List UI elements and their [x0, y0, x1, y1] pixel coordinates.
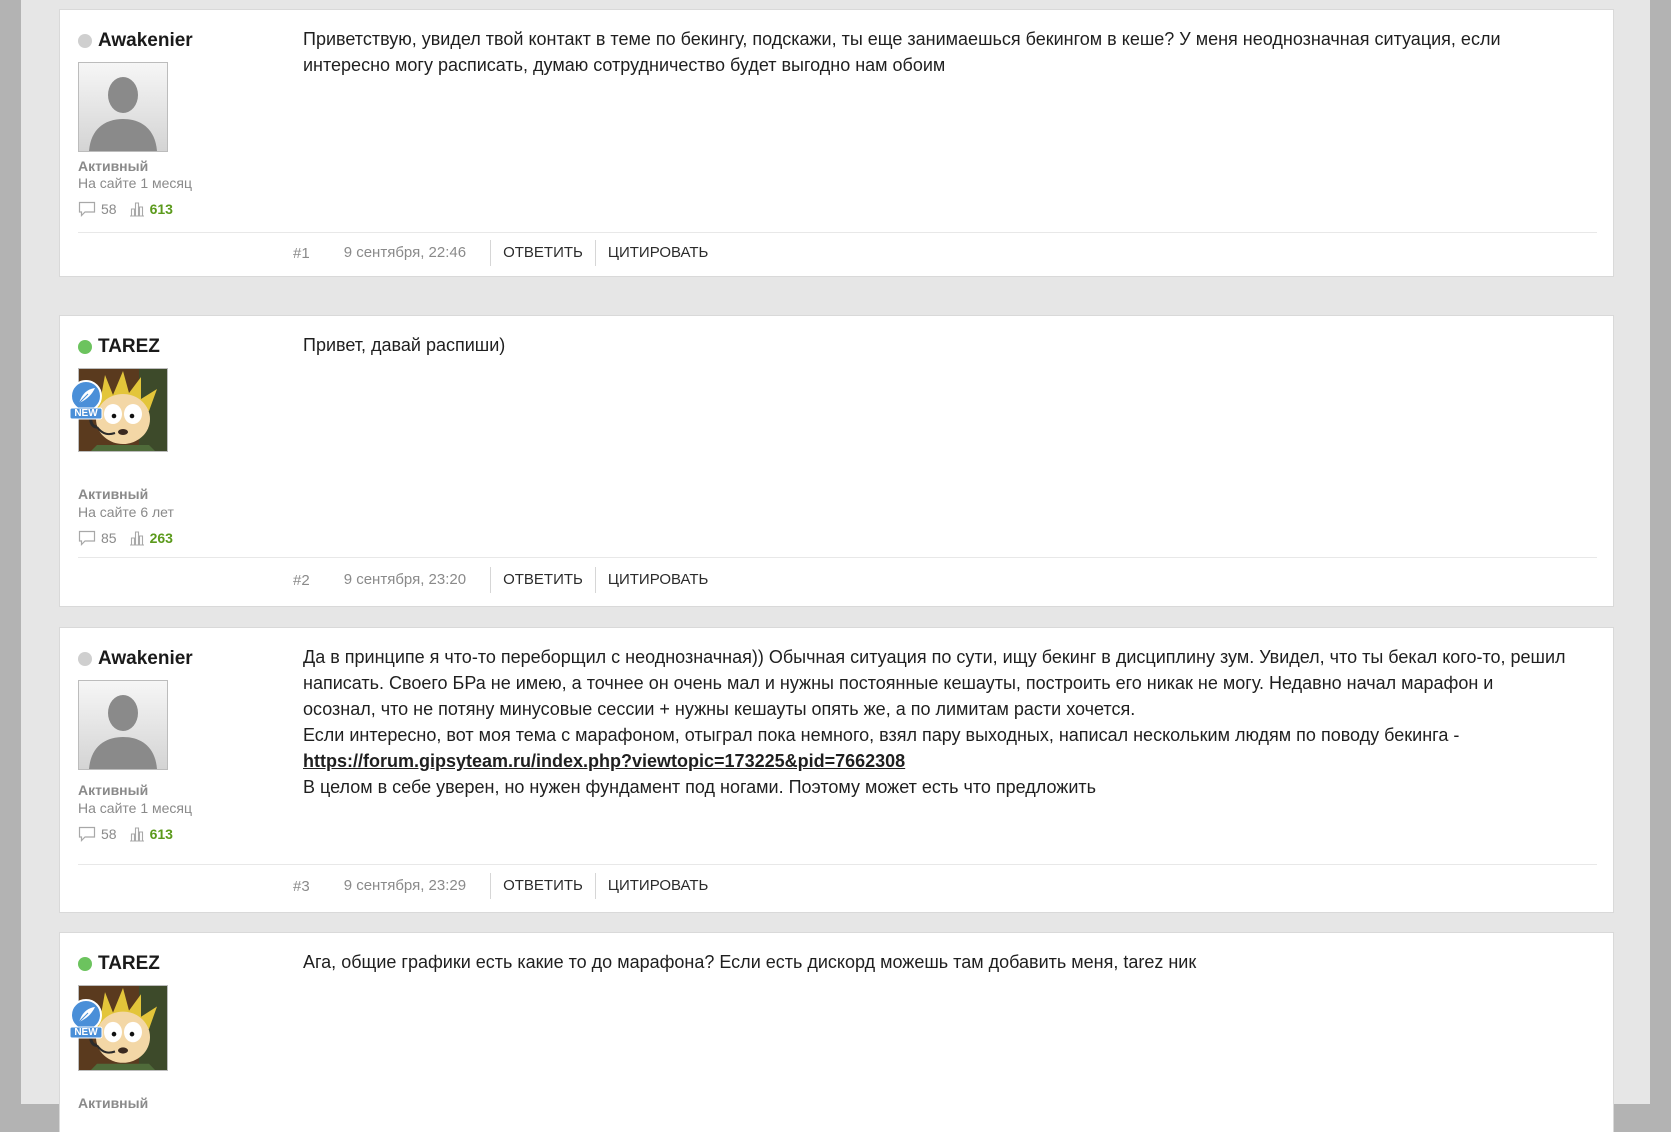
post-text: В целом в себе уверен, но нужен фундамен…	[303, 777, 1097, 797]
online-status-dot	[78, 957, 92, 971]
default-avatar-image	[79, 681, 167, 769]
reply-button[interactable]: Ответить	[491, 567, 595, 593]
message-count: 58	[78, 826, 117, 842]
avatar[interactable]	[78, 680, 168, 770]
new-badge: NEW	[68, 380, 104, 420]
author-name[interactable]: Awakenier	[98, 648, 193, 670]
post-footer: #3 9 сентября, 23:29 Ответить Цитировать	[293, 873, 720, 899]
post-date: 9 сентября, 23:20	[344, 567, 492, 593]
reply-button[interactable]: Ответить	[491, 240, 595, 266]
author-name-link[interactable]: TAREZ	[78, 336, 160, 358]
author-name-link[interactable]: Awakenier	[78, 648, 193, 670]
forum-post: Awakenier Активный На сайте 1 месяц 58 6…	[59, 9, 1614, 277]
user-tenure: На сайте 1 месяц	[78, 800, 193, 816]
message-count: 58	[78, 201, 117, 217]
author-name[interactable]: TAREZ	[98, 336, 160, 358]
forum-post: TAREZ	[59, 932, 1614, 1132]
user-stats: 58 613	[78, 826, 185, 842]
post-number-link[interactable]: #3	[293, 878, 310, 895]
offline-status-dot	[78, 652, 92, 666]
footer-divider	[78, 557, 1597, 558]
reply-button[interactable]: Ответить	[491, 873, 595, 899]
post-footer: #2 9 сентября, 23:20 Ответить Цитировать	[293, 567, 720, 593]
post-text: Ага, общие графики есть какие то до мара…	[303, 952, 1197, 972]
speech-bubble-icon	[78, 826, 96, 842]
forum-post: Awakenier Активный На сайте 1 месяц 58 6…	[59, 627, 1614, 913]
new-badge: NEW	[68, 999, 104, 1039]
post-text: Да в принципе я что-то переборщил с неод…	[303, 647, 1566, 719]
post-content: Ага, общие графики есть какие то до мара…	[303, 949, 1571, 975]
likes-count: 263	[129, 530, 173, 546]
avatar[interactable]	[78, 62, 168, 152]
likes-count: 613	[129, 826, 173, 842]
likes-count: 613	[129, 201, 173, 217]
post-content: Приветствую, увидел твой контакт в теме …	[303, 26, 1571, 78]
speech-bubble-icon	[78, 201, 96, 217]
post-footer: #1 9 сентября, 22:46 Ответить Цитировать	[293, 240, 720, 266]
offline-status-dot	[78, 34, 92, 48]
default-avatar-image	[79, 63, 167, 151]
post-text: Если интересно, вот моя тема с марафоном…	[303, 725, 1460, 745]
author-name[interactable]: TAREZ	[98, 953, 160, 975]
user-tenure: На сайте 1 месяц	[78, 175, 193, 191]
new-badge-label: NEW	[74, 1027, 98, 1038]
author-name[interactable]: Awakenier	[98, 30, 193, 52]
quote-button[interactable]: Цитировать	[594, 567, 721, 593]
user-role: Активный	[78, 158, 149, 174]
user-stats: 58 613	[78, 201, 185, 217]
online-status-dot	[78, 340, 92, 354]
post-content: Привет, давай распиши)	[303, 332, 1571, 358]
bar-chart-icon	[129, 827, 144, 842]
message-count: 85	[78, 530, 117, 546]
post-date: 9 сентября, 22:46	[344, 240, 492, 266]
author-name-link[interactable]: Awakenier	[78, 30, 193, 52]
post-number-link[interactable]: #2	[293, 572, 310, 589]
forum-post: TAREZ	[59, 315, 1614, 607]
user-role: Активный	[78, 486, 149, 502]
footer-divider	[78, 232, 1597, 233]
quote-button[interactable]: Цитировать	[594, 240, 721, 266]
user-role: Активный	[78, 782, 149, 798]
bar-chart-icon	[129, 202, 144, 217]
post-content: Да в принципе я что-то переборщил с неод…	[303, 644, 1571, 800]
topic-link[interactable]: https://forum.gipsyteam.ru/index.php?vie…	[303, 751, 905, 771]
author-name-link[interactable]: TAREZ	[78, 953, 160, 975]
post-text: Привет, давай распиши)	[303, 335, 506, 355]
footer-divider	[78, 864, 1597, 865]
user-role: Активный	[78, 1095, 149, 1111]
post-date: 9 сентября, 23:29	[344, 873, 492, 899]
page-background: Awakenier Активный На сайте 1 месяц 58 6…	[21, 0, 1650, 1132]
bar-chart-icon	[129, 531, 144, 546]
quote-button[interactable]: Цитировать	[594, 873, 721, 899]
new-badge-label: NEW	[74, 408, 98, 419]
post-text: Приветствую, увидел твой контакт в теме …	[303, 29, 1501, 75]
speech-bubble-icon	[78, 530, 96, 546]
user-stats: 85 263	[78, 530, 185, 546]
user-tenure: На сайте 6 лет	[78, 504, 174, 520]
post-number-link[interactable]: #1	[293, 245, 310, 262]
